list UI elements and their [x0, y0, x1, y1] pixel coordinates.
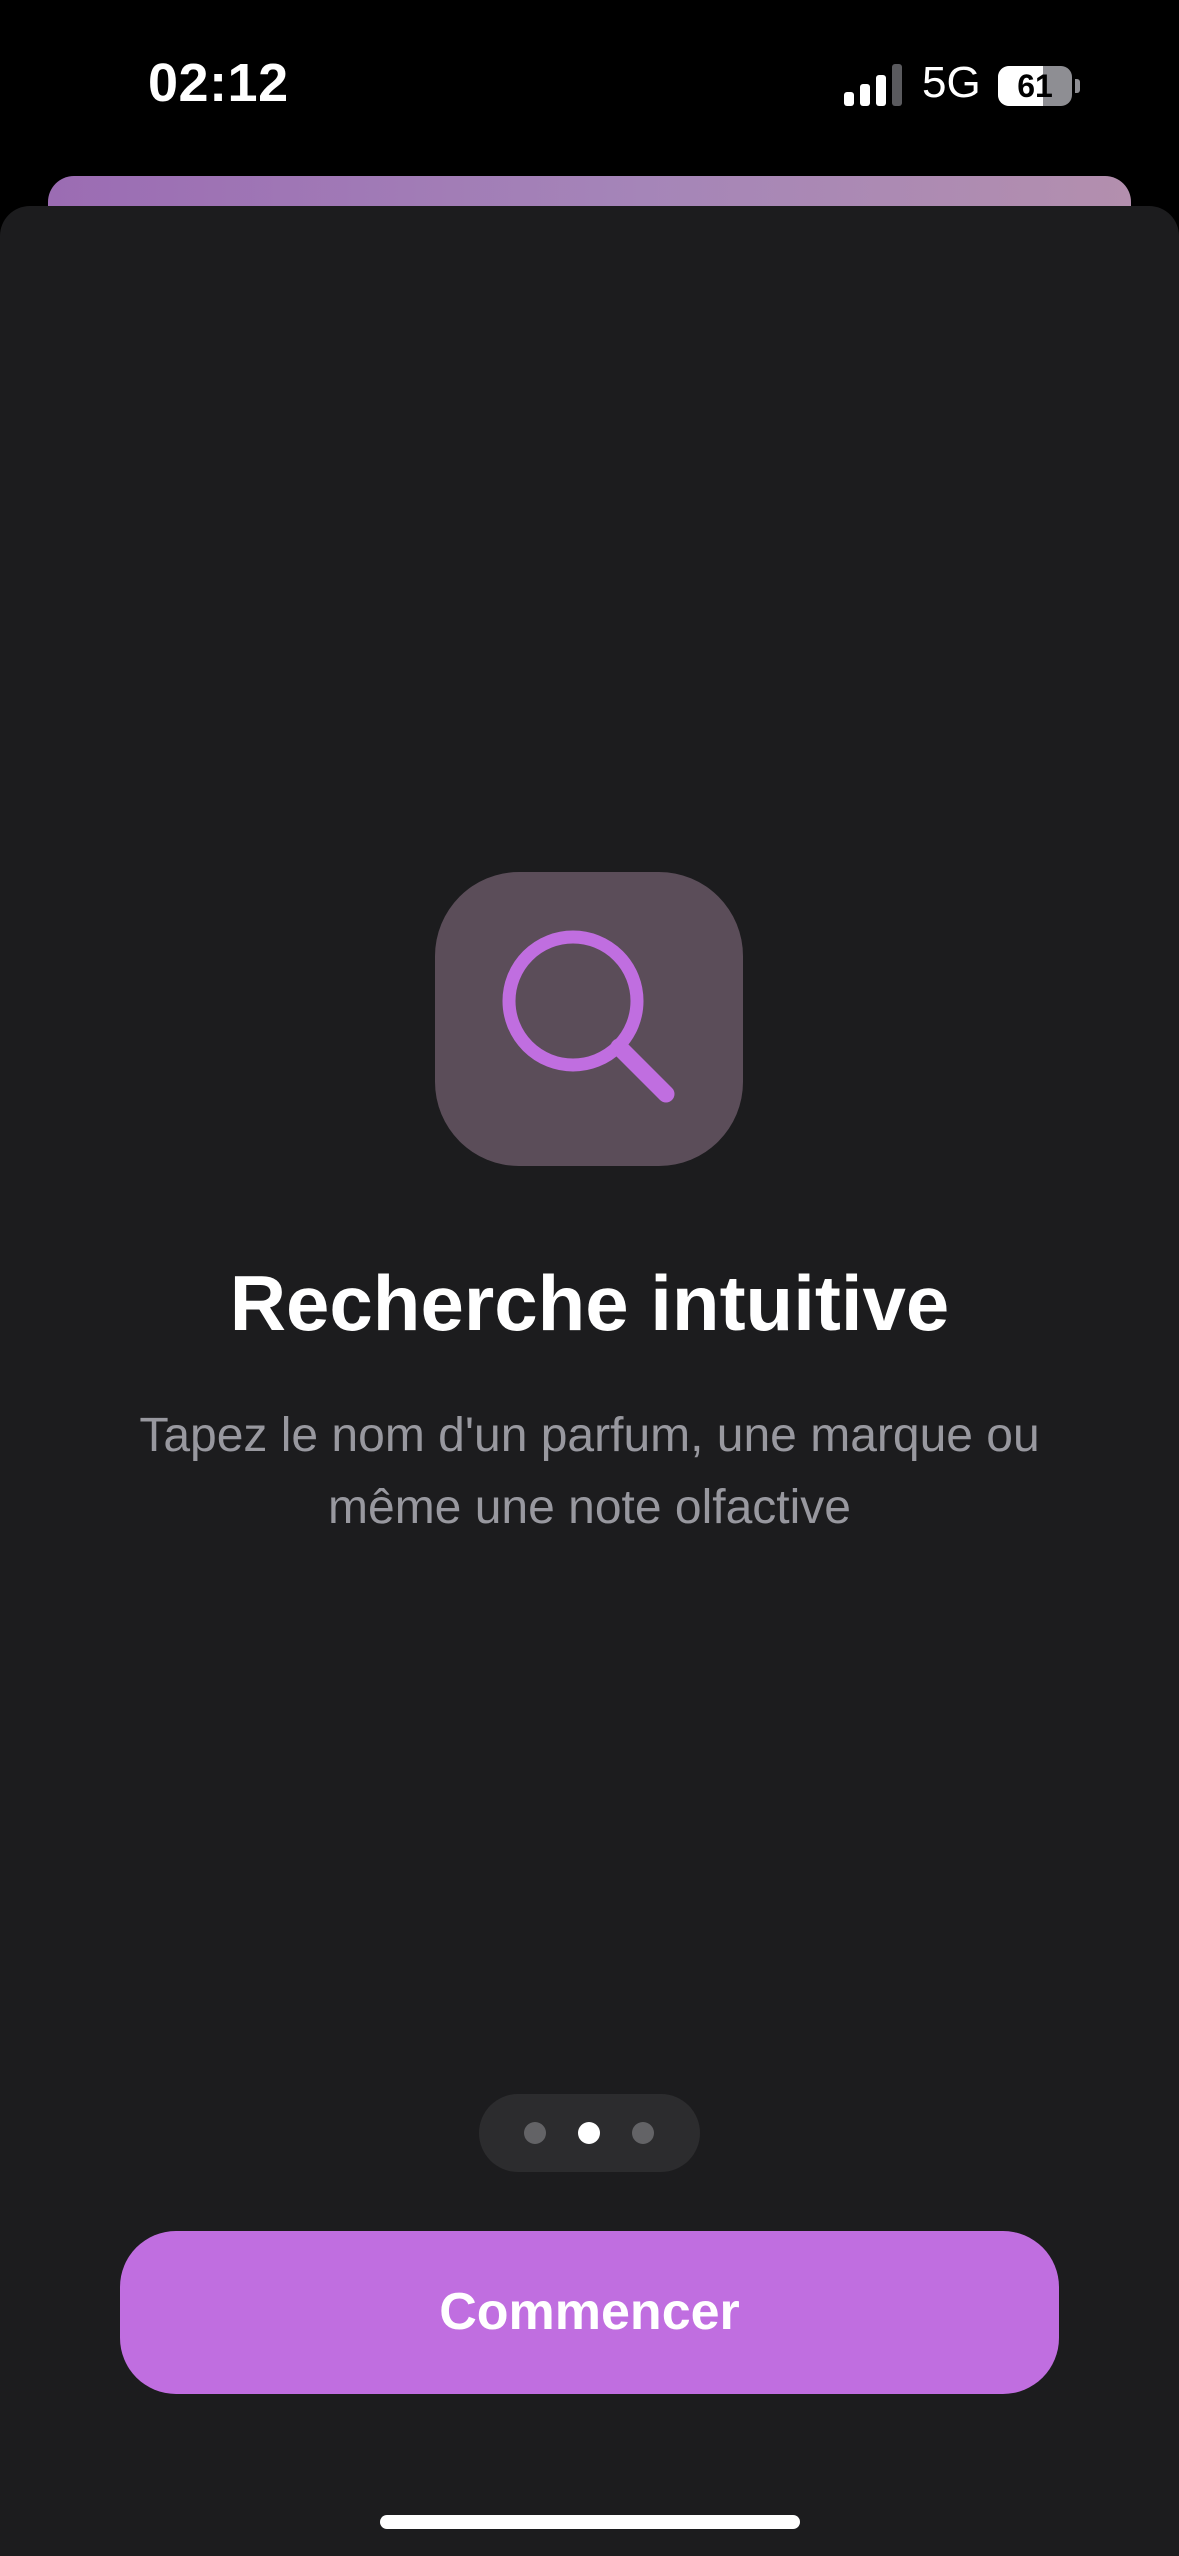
page-dot-2[interactable]: [578, 2122, 600, 2144]
start-button[interactable]: Commencer: [120, 2231, 1059, 2394]
battery-icon: 61: [998, 66, 1080, 106]
onboarding-screen: 02:12 5G 61 Recherche intuitive Tapez le…: [0, 0, 1179, 2556]
page-dot-1[interactable]: [524, 2122, 546, 2144]
page-indicator[interactable]: [479, 2094, 700, 2172]
home-indicator[interactable]: [380, 2515, 800, 2529]
onboarding-sheet: [0, 206, 1179, 2556]
feature-description: Tapez le nom d'un parfum, une marque ou …: [139, 1409, 1040, 1534]
cellular-signal-icon: [844, 64, 902, 106]
magnifying-glass-icon: [502, 930, 675, 1103]
status-bar: 02:12 5G 61: [0, 0, 1179, 180]
network-type: 5G: [922, 58, 981, 107]
feature-icon-tile: [435, 872, 743, 1166]
status-time: 02:12: [148, 53, 289, 113]
page-dot-3[interactable]: [632, 2122, 654, 2144]
battery-level: 61: [1017, 68, 1053, 104]
feature-title: Recherche intuitive: [229, 1259, 950, 1347]
